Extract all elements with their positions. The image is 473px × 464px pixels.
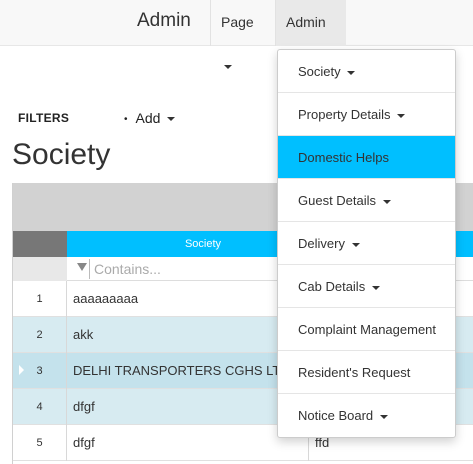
page-menu[interactable]: Page (210, 0, 276, 70)
row-number: 4 (13, 389, 67, 425)
admin-dropdown-menu: Society Property Details Domestic Helps … (277, 49, 456, 438)
menu-item-cab-details[interactable]: Cab Details (278, 265, 455, 308)
caret-down-icon (379, 414, 388, 419)
menu-item-delivery[interactable]: Delivery (278, 222, 455, 265)
add-filter-button[interactable]: • Add (124, 110, 176, 126)
row-number-header (13, 231, 67, 257)
menu-item-label: Society (298, 64, 341, 79)
menu-item-domestic-helps[interactable]: Domestic Helps (278, 136, 455, 179)
society-cell[interactable]: dfgf (73, 389, 303, 425)
row-number: 3 (13, 353, 67, 389)
row-number: 2 (13, 317, 67, 353)
society-cell[interactable]: akk (73, 317, 303, 353)
society-cell[interactable]: dfgf (73, 425, 303, 461)
caret-down-icon (167, 117, 176, 122)
menu-item-label: Guest Details (298, 193, 377, 208)
menu-item-residents-request[interactable]: Resident's Request (278, 351, 455, 394)
bullet-icon: • (124, 113, 128, 125)
caret-down-icon (347, 70, 356, 75)
society-cell[interactable]: DELHI TRANSPORTERS CGHS LTD (73, 353, 303, 389)
filter-row-number-cell (13, 257, 67, 281)
menu-item-complaint-management[interactable]: Complaint Management (278, 308, 455, 351)
menu-item-label: Notice Board (298, 408, 374, 423)
menu-item-label: Delivery (298, 236, 345, 251)
top-navbar: Admin Page Admin (0, 0, 473, 70)
navbar-brand[interactable]: Admin (137, 10, 191, 32)
menu-item-guest-details[interactable]: Guest Details (278, 179, 455, 222)
menu-item-label: Domestic Helps (298, 150, 390, 165)
menu-item-label: Cab Details (298, 279, 366, 294)
menu-item-label: Complaint Management (298, 322, 437, 337)
menu-item-society[interactable]: Society (278, 50, 455, 93)
menu-item-label: Property Details (298, 107, 391, 122)
caret-down-icon (351, 242, 360, 247)
add-filter-label: Add (135, 110, 161, 126)
caret-down-icon (397, 113, 406, 118)
row-number: 1 (13, 281, 67, 317)
caret-down-icon (371, 285, 380, 290)
caret-down-icon (382, 199, 391, 204)
menu-item-property-details[interactable]: Property Details (278, 93, 455, 136)
admin-menu[interactable]: Admin (276, 0, 346, 70)
menu-item-notice-board[interactable]: Notice Board (278, 394, 455, 437)
page-menu-label: Page (221, 14, 254, 30)
page-title: Society (12, 138, 111, 171)
menu-item-label: Resident's Request (298, 365, 411, 380)
society-cell[interactable]: aaaaaaaaa (73, 281, 303, 317)
caret-down-icon (224, 65, 232, 70)
row-number: 5 (13, 425, 67, 461)
admin-menu-label: Admin (286, 14, 326, 30)
society-filter-input[interactable] (89, 259, 289, 279)
filter-icon[interactable] (77, 263, 87, 271)
filters-label: FILTERS (18, 111, 70, 125)
